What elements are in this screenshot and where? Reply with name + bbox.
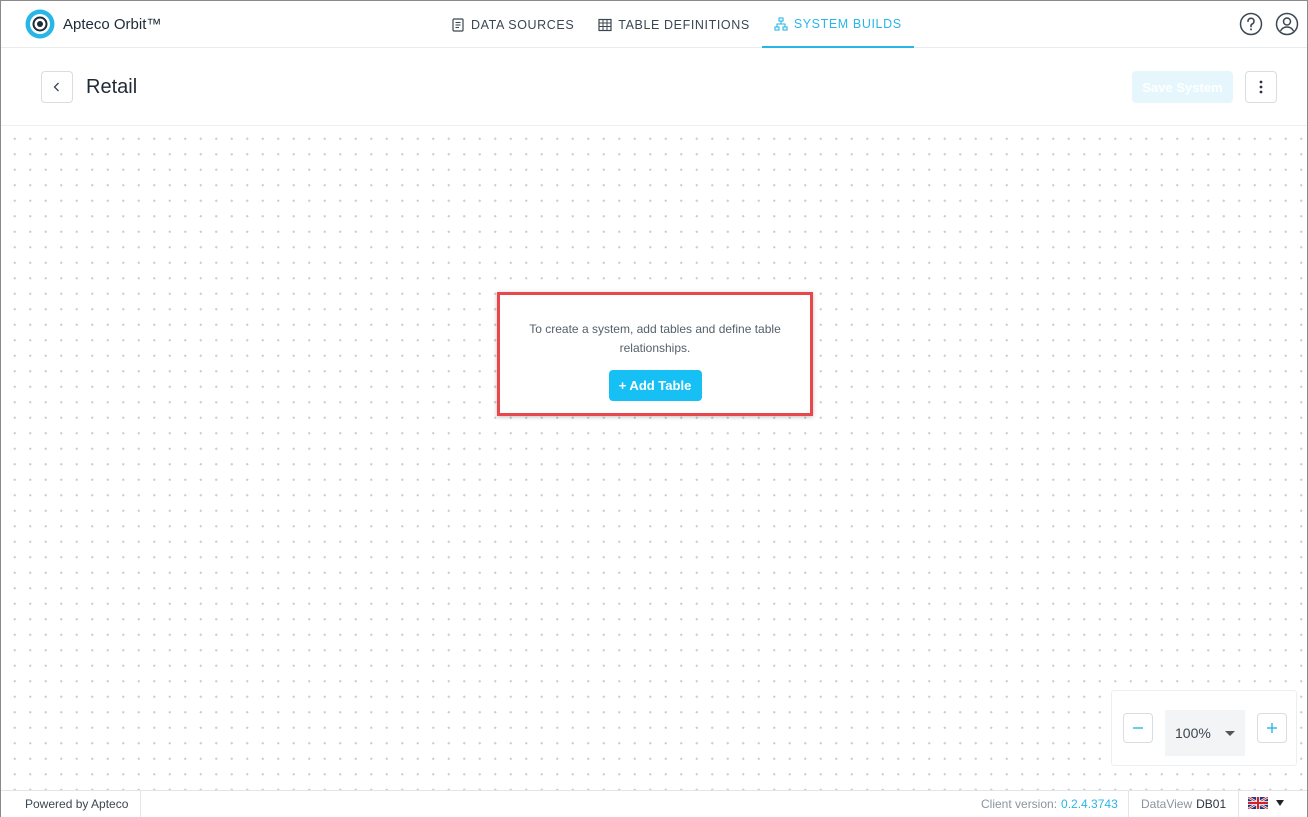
zoom-level-select[interactable]: 100% <box>1165 710 1245 756</box>
hierarchy-icon <box>774 16 788 31</box>
back-button[interactable] <box>41 71 73 103</box>
powered-by: Powered by Apteco <box>1 791 142 817</box>
zoom-level-value: 100% <box>1175 725 1211 741</box>
dataview-info: DataView DB01 <box>1128 791 1240 817</box>
add-table-button[interactable]: + Add Table <box>608 370 702 401</box>
client-version-label: Client version: <box>981 797 1058 811</box>
plus-icon <box>1267 723 1277 733</box>
nav-system-builds[interactable]: SYSTEM BUILDS <box>761 1 914 48</box>
dataview-value: DB01 <box>1196 797 1227 811</box>
document-icon <box>452 17 464 32</box>
apteco-logo-icon <box>25 9 55 39</box>
empty-state-message: To create a system, add tables and defin… <box>529 322 781 355</box>
help-icon[interactable] <box>1239 12 1263 36</box>
language-selector[interactable] <box>1248 797 1284 809</box>
client-version-value: 0.2.4.3743 <box>1061 797 1118 811</box>
nav-label: SYSTEM BUILDS <box>793 16 902 31</box>
caret-down-icon <box>1225 731 1235 736</box>
save-system-button[interactable]: Save System <box>1132 71 1233 103</box>
uk-flag-icon <box>1248 797 1268 809</box>
top-bar: Apteco Orbit™ DATA SOURCES TABLE DEFINIT… <box>1 1 1307 48</box>
caret-down-icon <box>1276 800 1284 806</box>
nav-data-sources[interactable]: DATA SOURCES <box>439 1 586 48</box>
client-version: Client version: 0.2.4.3743 <box>981 791 1118 817</box>
zoom-in-button[interactable] <box>1257 713 1287 743</box>
main-nav: DATA SOURCES TABLE DEFINITIONS SYSTEM BU… <box>439 1 914 48</box>
app-name: Apteco Orbit™ <box>63 15 162 33</box>
footer: Powered by Apteco Client version: 0.2.4.… <box>1 790 1307 817</box>
system-build-canvas[interactable]: To create a system, add tables and defin… <box>1 126 1307 790</box>
table-grid-icon <box>598 18 612 31</box>
minus-icon <box>1133 727 1143 729</box>
header-icons <box>1239 12 1299 36</box>
dataview-label: DataView <box>1141 797 1193 811</box>
page-header: Retail Save System <box>1 48 1307 126</box>
nav-table-definitions[interactable]: TABLE DEFINITIONS <box>586 1 762 48</box>
more-options-button[interactable] <box>1245 71 1277 103</box>
chevron-left-icon <box>53 82 59 92</box>
nav-label: TABLE DEFINITIONS <box>618 17 750 32</box>
kebab-menu-icon <box>1259 80 1263 94</box>
page-title: Retail <box>86 76 138 98</box>
empty-state-panel: To create a system, add tables and defin… <box>497 292 813 416</box>
user-account-icon[interactable] <box>1275 12 1299 36</box>
zoom-control: 100% <box>1111 690 1297 766</box>
nav-label: DATA SOURCES <box>471 17 575 32</box>
zoom-out-button[interactable] <box>1123 713 1153 743</box>
brand[interactable]: Apteco Orbit™ <box>25 9 161 39</box>
